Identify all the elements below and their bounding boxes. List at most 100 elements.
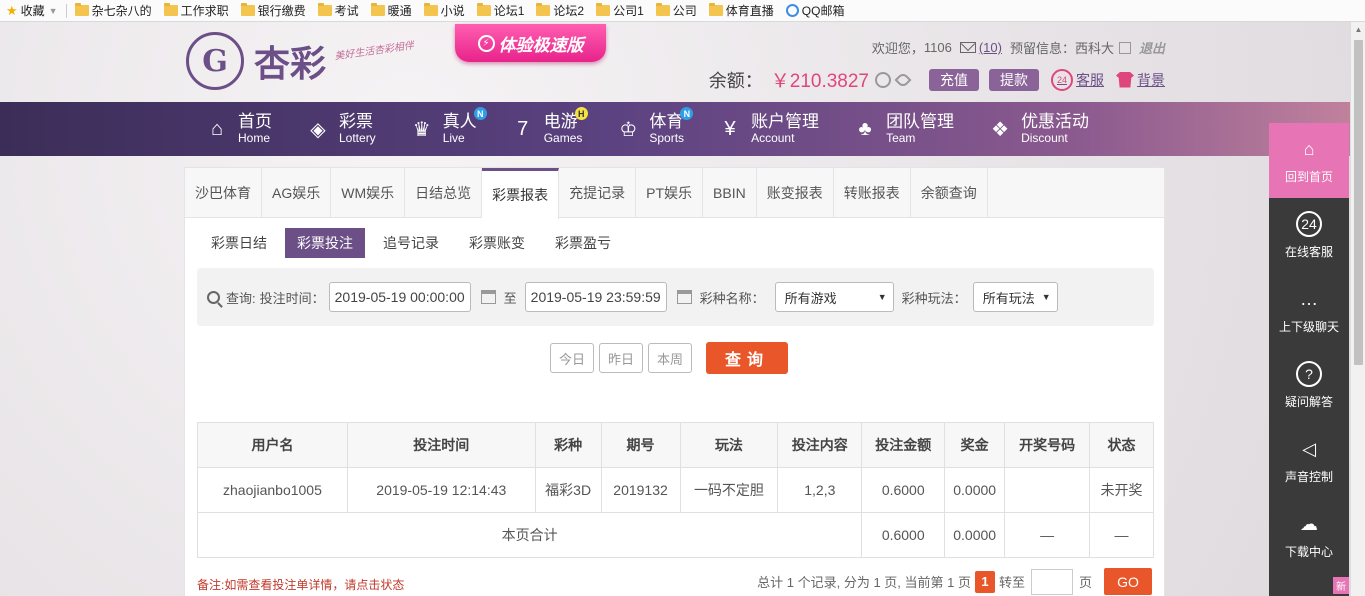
tab-1[interactable]: AG娱乐 (262, 168, 332, 218)
nav-item-home[interactable]: ⌂ 首页 Home (205, 102, 272, 156)
table-cell: 2019-05-19 12:14:43 (346, 467, 536, 513)
search-button[interactable]: 查询 (706, 342, 789, 374)
scrollbar-thumb[interactable] (1354, 40, 1363, 365)
sidebar-item-1[interactable]: 24 在线客服 (1269, 198, 1349, 273)
tab-0[interactable]: 沙巴体育 (185, 168, 262, 218)
current-page-button[interactable]: 1 (974, 570, 995, 593)
question-icon: ? (1296, 361, 1322, 387)
logout-link[interactable]: 退出 (1139, 38, 1165, 57)
folder-icon (240, 3, 255, 16)
tab-2[interactable]: WM娱乐 (331, 168, 406, 218)
customer-service-link[interactable]: 24 客服 (1051, 68, 1104, 91)
tab-8[interactable]: 账变报表 (757, 168, 834, 218)
end-time-input[interactable]: 2019-05-19 23:59:59 (524, 282, 667, 312)
site-logo[interactable]: G 杏彩 美好生活杏彩相伴 (186, 32, 415, 90)
tab-4[interactable]: 彩票报表 (482, 168, 560, 219)
subtab-1[interactable]: 彩票投注 (285, 228, 365, 258)
game-select[interactable]: 所有游戏 ▼ (774, 282, 894, 312)
sidebar-item-label: 在线客服 (1284, 245, 1333, 259)
sidebar-item-4[interactable]: ◁ 声音控制 (1269, 423, 1349, 498)
calendar-icon[interactable] (480, 290, 496, 304)
sidebar-item-5[interactable]: ☁ 下载中心 (1269, 498, 1349, 573)
bookmark-folder[interactable]: 考试 (312, 0, 365, 22)
this-week-button[interactable]: 本周 (648, 343, 693, 373)
folder-icon (74, 3, 89, 16)
page-jump-input[interactable] (1030, 568, 1073, 595)
mail-icon[interactable] (959, 42, 976, 53)
subtab-4[interactable]: 彩票盈亏 (543, 228, 623, 258)
status-link[interactable]: 未开奖 (1089, 467, 1154, 513)
mail-count-link[interactable]: (10) (979, 40, 1002, 55)
nav-item-lottery[interactable]: ◈ 彩票 Lottery (306, 102, 376, 156)
tab-3[interactable]: 日结总览 (405, 168, 483, 218)
headset-24-icon: 24 (1296, 211, 1322, 237)
bookmark-separator (65, 3, 67, 18)
bookmark-label: 论坛1 (493, 4, 525, 18)
nav-item-team[interactable]: ♣ 团队管理 Team (853, 102, 955, 156)
calendar-icon[interactable] (676, 290, 692, 304)
edit-icon[interactable] (1118, 41, 1131, 54)
tab-5[interactable]: 充提记录 (559, 168, 637, 218)
tab-10[interactable]: 余额查询 (911, 168, 988, 218)
hide-balance-icon[interactable] (894, 71, 912, 88)
today-button[interactable]: 今日 (550, 343, 595, 373)
withdraw-button[interactable]: 提款 (989, 68, 1039, 91)
nav-item-sublabel: Home (238, 131, 271, 145)
sidebar-more[interactable]: 新 (1269, 573, 1349, 596)
recharge-button[interactable]: 充值 (929, 68, 979, 91)
sidebar-item-0[interactable]: ⌂ 回到首页 (1269, 123, 1349, 198)
nav-item-sports[interactable]: ♔ 体育 Sports N (616, 102, 694, 156)
column-header: 奖金 (944, 422, 1006, 468)
reserved-info-value: 西科大 (1074, 41, 1114, 56)
bookmark-favorites[interactable]: ★ 收藏 ▼ (0, 0, 64, 22)
filter-bar: 查询: 投注时间： 2019-05-19 00:00:00 至 2019-05-… (197, 268, 1154, 326)
refresh-icon[interactable] (875, 71, 891, 88)
nav-item-text: 彩票 Lottery (339, 113, 376, 146)
tab-9[interactable]: 转账报表 (834, 168, 911, 218)
nav-item-label: 体育 (649, 112, 684, 131)
sidebar-item-2[interactable]: … 上下级聊天 (1269, 273, 1349, 348)
bookmark-folder[interactable]: 论坛1 (471, 0, 531, 22)
logo-slogan: 美好生活杏彩相伴 (333, 39, 415, 62)
tab-6[interactable]: PT娱乐 (636, 168, 704, 218)
background-link[interactable]: 背景 (1116, 70, 1165, 90)
tab-7[interactable]: BBIN (703, 168, 757, 218)
nav-item-label: 账户管理 (751, 112, 820, 131)
bookmark-folder[interactable]: 工作求职 (158, 0, 235, 22)
report-panel: 沙巴体育 AG娱乐 WM娱乐 日结总览 彩票报表 充提记录 PT娱乐 BBIN 账变报表 转账报表… (184, 167, 1165, 596)
subtab-3[interactable]: 彩票账变 (457, 228, 537, 258)
page-total-dash: — (1004, 512, 1091, 558)
bookmark-folder[interactable]: 银行缴费 (235, 0, 312, 22)
subtab-0[interactable]: 彩票日结 (199, 228, 279, 258)
bookmark-folder[interactable]: 杂七杂八的 (69, 0, 158, 22)
chevron-down-icon: ▼ (1041, 292, 1051, 302)
pagination: 总计 1 个记录, 分为 1 页, 当前第 1 页 1 转至 页 GO (757, 568, 1152, 595)
folder-icon (708, 3, 723, 16)
scroll-up-icon[interactable]: ▲ (1351, 22, 1365, 37)
bookmark-folder[interactable]: 体育直播 (703, 0, 780, 22)
nav-item-live[interactable]: ♛ 真人 Live N (410, 102, 487, 156)
page-label: 页 (1078, 575, 1092, 590)
sidebar-item-3[interactable]: ? 疑问解答 (1269, 348, 1349, 423)
go-button[interactable]: GO (1104, 568, 1152, 595)
folder-icon (596, 3, 611, 16)
nav-item-games[interactable]: 7 电游 Games H (511, 102, 588, 156)
yesterday-button[interactable]: 昨日 (599, 343, 644, 373)
nav-item-text: 账户管理 Account (751, 112, 820, 146)
bookmark-qq-mail[interactable]: QQ邮箱 (780, 0, 851, 22)
bookmark-folder[interactable]: 暖通 (365, 0, 418, 22)
page-scrollbar[interactable]: ▲ (1350, 22, 1365, 596)
folder-icon (163, 3, 178, 16)
bookmark-folder[interactable]: 小说 (418, 0, 471, 22)
start-time-input[interactable]: 2019-05-19 00:00:00 (328, 282, 471, 312)
speed-version-button[interactable]: ⚡ 体验极速版 (455, 24, 606, 62)
bookmark-folder[interactable]: 公司 (650, 0, 703, 22)
subtab-2[interactable]: 追号记录 (371, 228, 451, 258)
bookmark-folder[interactable]: 论坛2 (530, 0, 590, 22)
account-yen-icon: ¥ (724, 117, 736, 140)
game-select-value: 所有游戏 (784, 290, 837, 306)
bookmark-folder[interactable]: 公司1 (590, 0, 650, 22)
play-type-select[interactable]: 所有玩法 ▼ (972, 282, 1058, 312)
nav-item-account[interactable]: ¥ 账户管理 Account (718, 102, 820, 156)
nav-item-discount[interactable]: ❖ 优惠活动 Discount (988, 102, 1089, 156)
